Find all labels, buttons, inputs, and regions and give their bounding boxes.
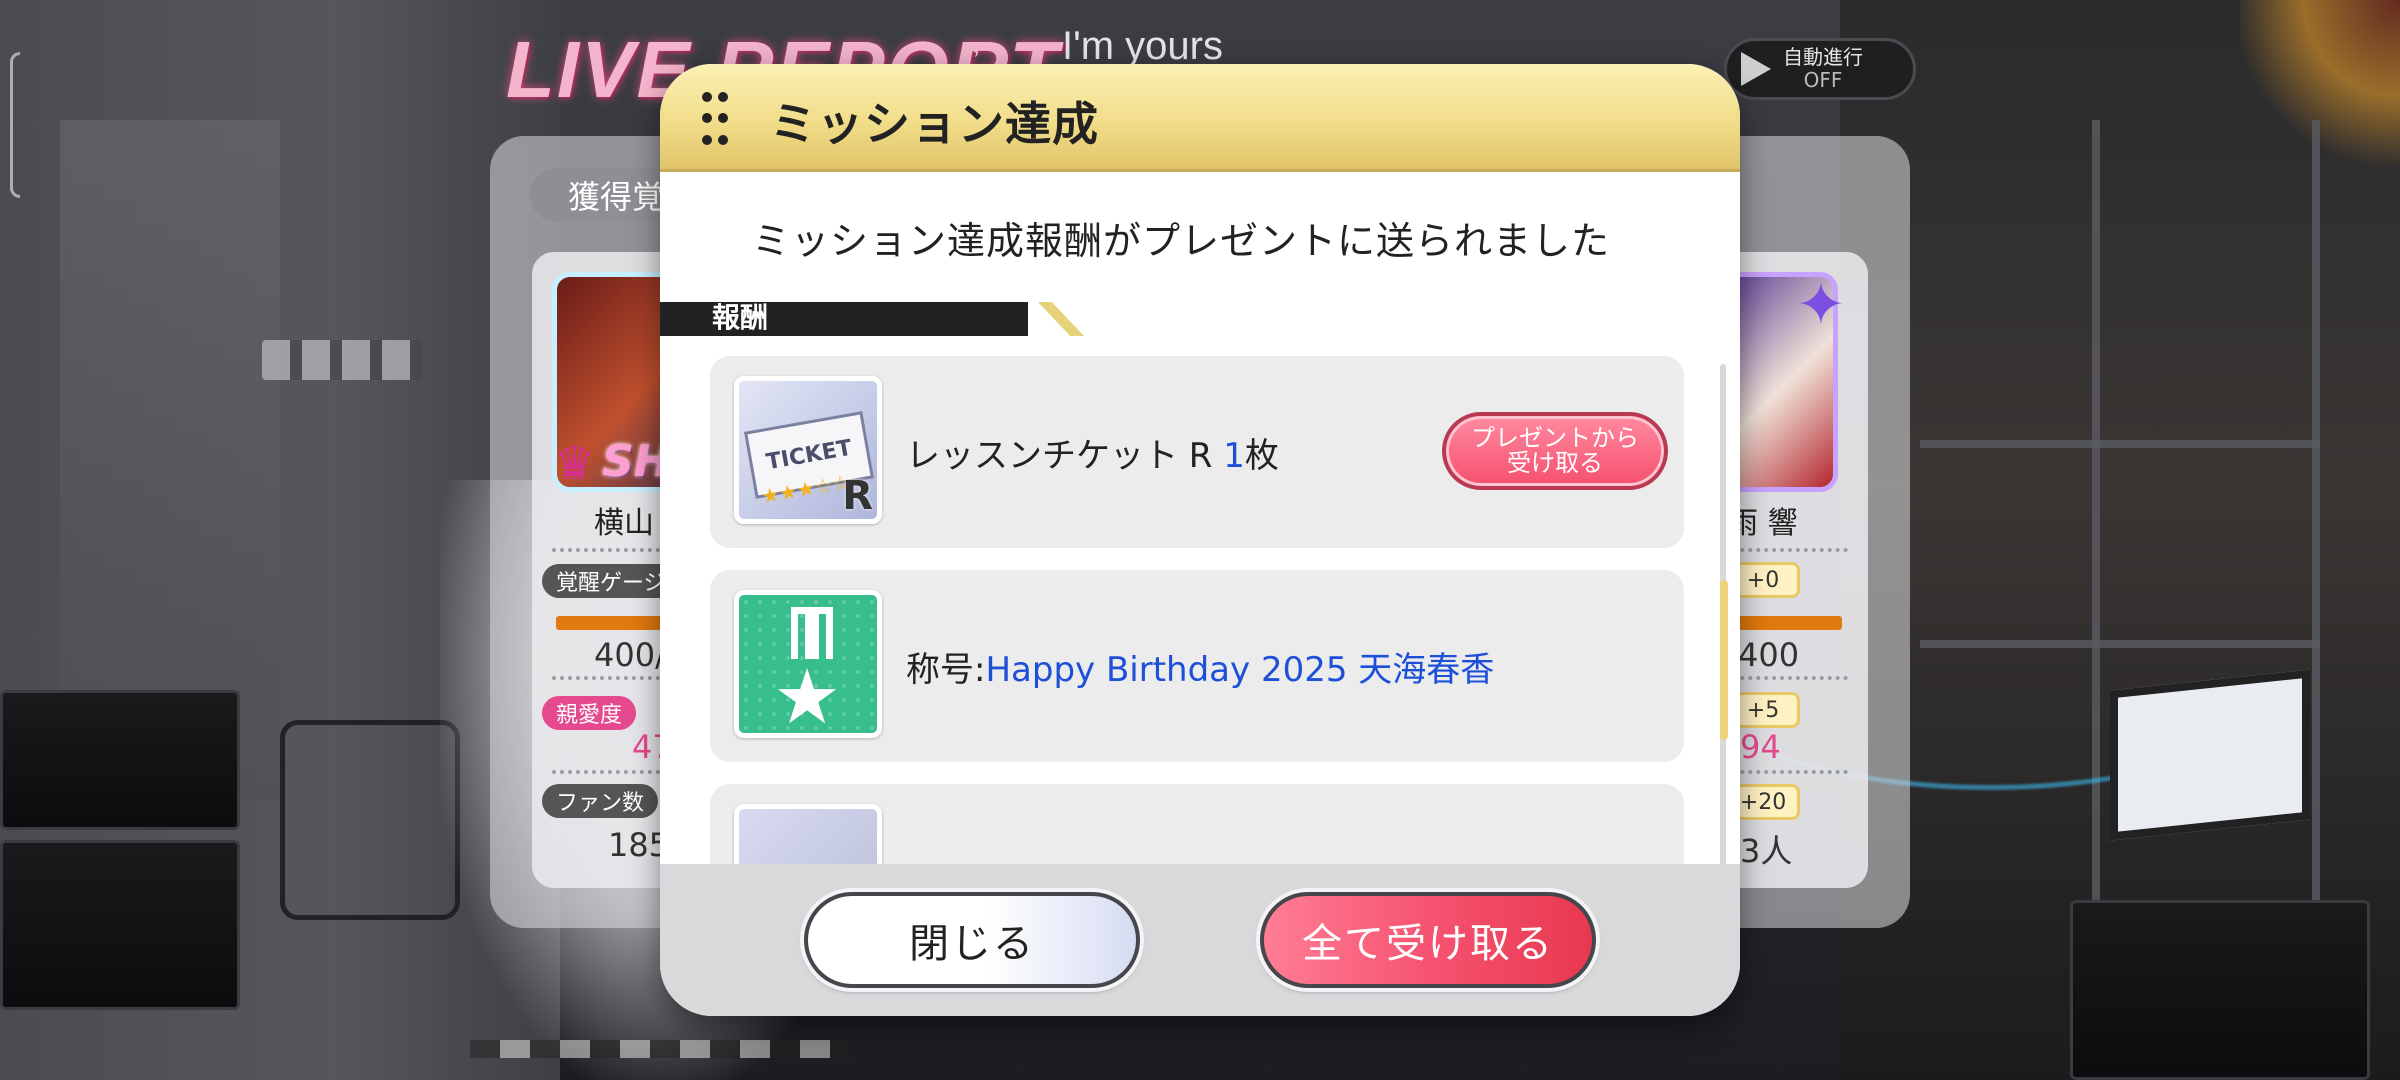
receive-button-line2: 受け取る — [1507, 449, 1603, 477]
fans-label: ファン数 — [542, 784, 659, 818]
lesson-ticket-r-icon: TICKET ★★★☆☆ R — [734, 376, 882, 524]
background-scaffold-pole — [2312, 120, 2320, 1020]
reward-name-text: 称号: — [906, 650, 986, 690]
background-sign — [262, 340, 422, 380]
background-curtain — [2240, 0, 2400, 180]
reward-quantity: 1 — [1223, 436, 1245, 476]
gauge-label: 覚醒ゲージ — [542, 564, 680, 598]
background-equipment-case — [0, 690, 240, 830]
affection-value: 94 — [1740, 728, 1781, 766]
fans-value: 3人 — [1740, 832, 1793, 870]
reward-name-text: レッスンチケット R — [906, 436, 1224, 476]
background-equipment-case — [0, 840, 240, 1010]
crown-icon: ♛ — [554, 436, 596, 490]
reward-title-name: Happy Birthday 2025 天海春香 — [985, 650, 1495, 690]
background-scaffold-bar — [1920, 440, 2320, 448]
dialog-message: ミッション達成報酬がプレゼントに送られました — [752, 219, 1611, 263]
reward-unit: 枚 — [1244, 436, 1279, 476]
dialog-header[interactable]: ミッション達成 — [660, 64, 1740, 172]
receive-all-button[interactable]: 全て受け取る — [1260, 892, 1596, 988]
reward-item: TICKET ★★★☆☆ R レッスンチケット R 1枚 プレゼントから 受け取… — [710, 356, 1684, 548]
receive-from-present-button[interactable]: プレゼントから 受け取る — [1442, 412, 1668, 490]
close-button[interactable]: 閉じる — [804, 892, 1140, 988]
dialog-title: ミッション達成 — [770, 97, 1099, 151]
sparkle-icon: ✦ — [1795, 270, 1846, 340]
background-chair — [280, 720, 460, 920]
reward-name: 称号:Happy Birthday 2025 天海春香 — [906, 642, 1494, 691]
ticket-grade: R — [842, 473, 873, 519]
background-equipment-case — [2070, 900, 2370, 1080]
background-frame — [10, 52, 20, 198]
auto-play-button[interactable]: 自動進行 OFF — [1724, 38, 1916, 100]
reward-section-label: 報酬 — [712, 301, 769, 334]
background-character-dress — [470, 1040, 850, 1058]
reward-item: ★ 称号:Happy Birthday 2025 天海春香 — [710, 570, 1684, 762]
song-name: I'm yours — [1062, 24, 1223, 68]
receive-button-line1: プレゼントから — [1471, 423, 1639, 452]
reward-name: レッスンチケット R 1枚 — [906, 428, 1279, 477]
auto-play-state: OFF — [1803, 68, 1843, 92]
gauge-value: 400 — [1738, 636, 1800, 674]
gauge-value: 400/ — [594, 636, 666, 674]
auto-play-label: 自動進行 — [1783, 45, 1863, 69]
background-monitor — [2110, 669, 2310, 841]
drag-handle-icon[interactable] — [702, 92, 728, 150]
reward-list[interactable]: TICKET ★★★☆☆ R レッスンチケット R 1枚 プレゼントから 受け取… — [710, 356, 1686, 901]
idol-name: 横山 — [594, 506, 654, 541]
mission-complete-dialog: ミッション達成 ミッション達成報酬がプレゼントに送られました 報酬 TICKET… — [660, 64, 1740, 1016]
star-icon: ★ — [773, 652, 842, 738]
affection-label: 親愛度 — [542, 696, 637, 730]
play-icon — [1741, 52, 1771, 86]
title-medal-icon: ★ — [734, 590, 882, 738]
reward-list-scrollbar-thumb[interactable] — [1720, 580, 1728, 740]
